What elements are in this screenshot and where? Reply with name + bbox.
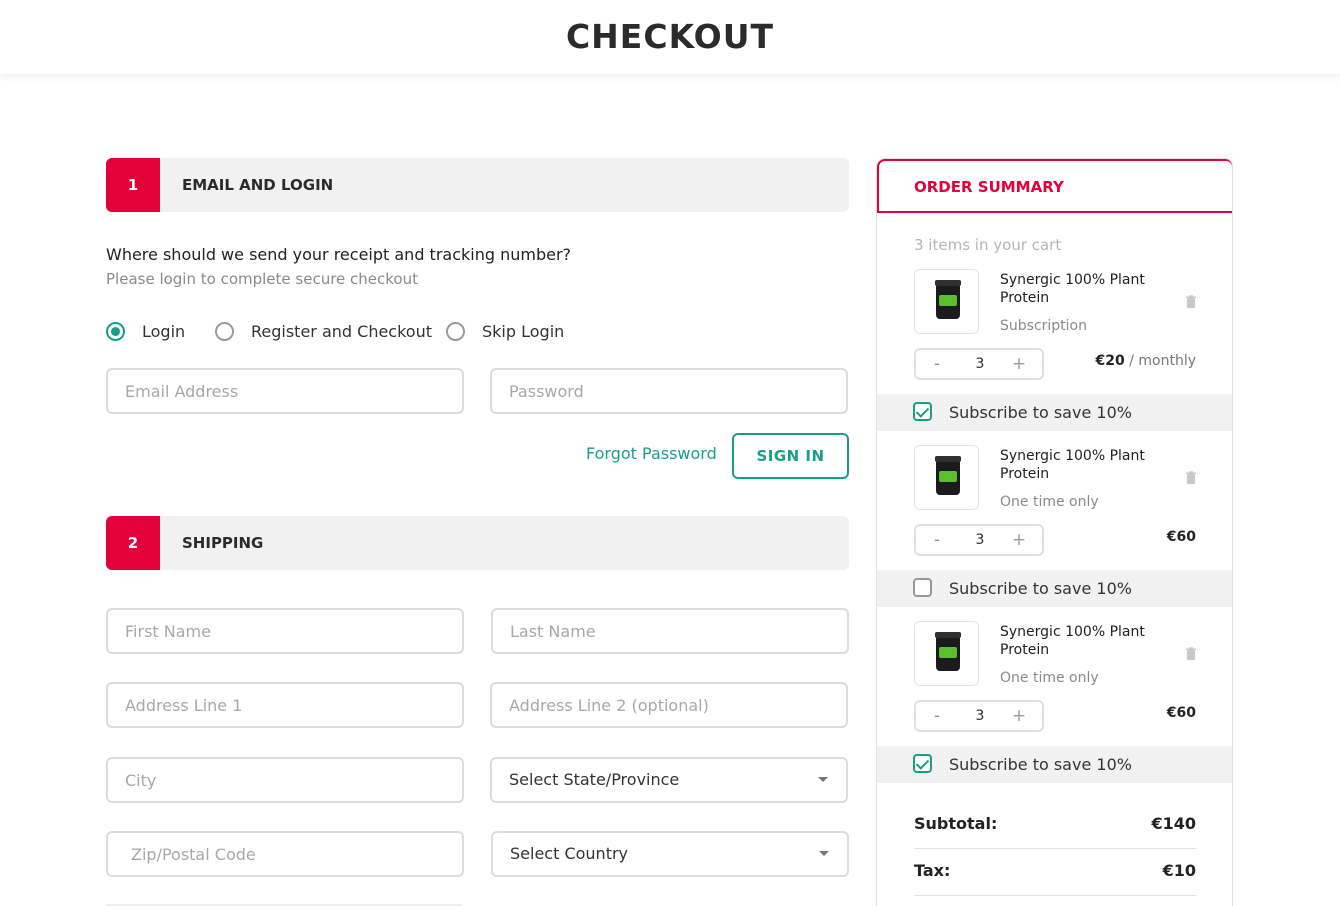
select-value: Select Country — [510, 844, 629, 863]
quantity-value[interactable]: 3 — [964, 702, 996, 730]
item-price: €60 — [1167, 705, 1196, 721]
city-field[interactable] — [106, 757, 464, 803]
subscribe-label: Subscribe to save 10% — [949, 403, 1132, 422]
step-number: 1 — [106, 158, 160, 212]
first-name-field[interactable] — [106, 608, 464, 654]
tax-value: €10 — [1162, 861, 1196, 880]
tax-label: Tax: — [914, 861, 951, 880]
quantity-stepper: - 3 + — [914, 348, 1044, 380]
product-jar-image — [935, 280, 961, 319]
step-number: 2 — [106, 516, 160, 570]
subscribe-label: Subscribe to save 10% — [949, 579, 1132, 598]
email-login-section-header: 1 EMAIL AND LOGIN — [106, 158, 849, 212]
subscribe-checkbox-checked[interactable] — [913, 754, 932, 773]
radio-label: Register and Checkout — [251, 321, 432, 341]
radio-button-checked[interactable] — [106, 321, 125, 341]
subscribe-option[interactable]: Subscribe to save 10% — [877, 570, 1232, 607]
subtotal-value: €140 — [1151, 814, 1196, 833]
radio-login[interactable]: Login — [106, 320, 185, 342]
quantity-stepper: - 3 + — [914, 524, 1044, 556]
product-name: Synergic 100% Plant Protein — [1000, 448, 1145, 482]
radio-label: Login — [142, 321, 186, 341]
purchase-type: One time only — [1000, 494, 1099, 510]
receipt-question: Where should we send your receipt and tr… — [106, 245, 572, 264]
forgot-password-link[interactable]: Forgot Password — [586, 444, 717, 463]
purchase-type: One time only — [1000, 670, 1099, 686]
chevron-down-icon — [818, 777, 828, 782]
purchase-type: Subscription — [1000, 318, 1087, 334]
country-select[interactable]: Select Country — [491, 831, 849, 877]
chevron-down-icon — [819, 851, 829, 856]
tax-row: Tax: €10 — [914, 847, 1196, 894]
decrease-quantity-button[interactable]: - — [922, 526, 952, 554]
price-amount: €60 — [1166, 705, 1196, 721]
product-thumbnail — [914, 621, 979, 686]
divider — [914, 895, 1196, 896]
subscribe-checkbox-checked[interactable] — [913, 402, 932, 421]
state-province-select[interactable]: Select State/Province — [490, 757, 848, 803]
order-summary-title: ORDER SUMMARY — [914, 178, 1064, 196]
price-amount: €20 — [1095, 353, 1125, 369]
address-line-1-field[interactable] — [106, 682, 464, 728]
product-jar-image — [935, 456, 961, 495]
page-title: CHECKOUT — [565, 17, 775, 56]
increase-quantity-button[interactable]: + — [1004, 526, 1034, 554]
radio-label: Skip Login — [482, 321, 565, 341]
radio-register-and-checkout[interactable]: Register and Checkout — [215, 320, 432, 342]
cart-items-count: 3 items in your cart — [914, 236, 1062, 254]
order-summary-header: ORDER SUMMARY — [877, 159, 1232, 213]
last-name-field[interactable] — [491, 608, 849, 654]
quantity-value[interactable]: 3 — [964, 350, 996, 378]
cart-item: Synergic 100% Plant Protein One time onl… — [877, 445, 1232, 621]
section-title: SHIPPING — [182, 534, 264, 552]
order-summary-panel: ORDER SUMMARY 3 items in your cart Syner… — [876, 158, 1233, 906]
cart-item: Synergic 100% Plant Protein One time onl… — [877, 621, 1232, 797]
quantity-value[interactable]: 3 — [964, 526, 996, 554]
zip-postal-code-field[interactable] — [106, 831, 464, 877]
email-field[interactable] — [106, 368, 464, 414]
radio-button[interactable] — [215, 321, 234, 341]
product-jar-image — [935, 632, 961, 671]
cart-item: Synergic 100% Plant Protein Subscription… — [877, 269, 1232, 445]
product-name: Synergic 100% Plant Protein — [1000, 272, 1145, 306]
decrease-quantity-button[interactable]: - — [922, 350, 952, 378]
shipping-section-header: 2 SHIPPING — [106, 516, 849, 570]
product-name: Synergic 100% Plant Protein — [1000, 624, 1145, 658]
trash-icon[interactable] — [1184, 295, 1198, 309]
radio-skip-login[interactable]: Skip Login — [446, 320, 564, 342]
section-title: EMAIL AND LOGIN — [182, 176, 334, 194]
product-thumbnail — [914, 445, 979, 510]
page-header: CHECKOUT — [0, 0, 1340, 74]
subscribe-checkbox[interactable] — [913, 578, 932, 597]
quantity-stepper: - 3 + — [914, 700, 1044, 732]
subtotal-row: Subtotal: €140 — [914, 800, 1196, 847]
subtotal-label: Subtotal: — [914, 814, 998, 833]
increase-quantity-button[interactable]: + — [1004, 350, 1034, 378]
item-price: €60 — [1167, 529, 1196, 545]
price-period: / monthly — [1124, 353, 1196, 369]
subscribe-option[interactable]: Subscribe to save 10% — [877, 394, 1232, 431]
trash-icon[interactable] — [1184, 647, 1198, 661]
increase-quantity-button[interactable]: + — [1004, 702, 1034, 730]
login-subtext: Please login to complete secure checkout — [106, 270, 418, 288]
subscribe-option[interactable]: Subscribe to save 10% — [877, 746, 1232, 783]
select-value: Select State/Province — [509, 770, 680, 789]
price-amount: €60 — [1166, 529, 1196, 545]
radio-button[interactable] — [446, 321, 465, 341]
item-price: €20 / monthly — [1096, 353, 1196, 369]
subscribe-label: Subscribe to save 10% — [949, 755, 1132, 774]
password-field[interactable] — [490, 368, 848, 414]
address-line-2-field[interactable] — [490, 682, 848, 728]
trash-icon[interactable] — [1184, 471, 1198, 485]
decrease-quantity-button[interactable]: - — [922, 702, 952, 730]
sign-in-button[interactable]: SIGN IN — [732, 433, 849, 479]
product-thumbnail — [914, 269, 979, 334]
